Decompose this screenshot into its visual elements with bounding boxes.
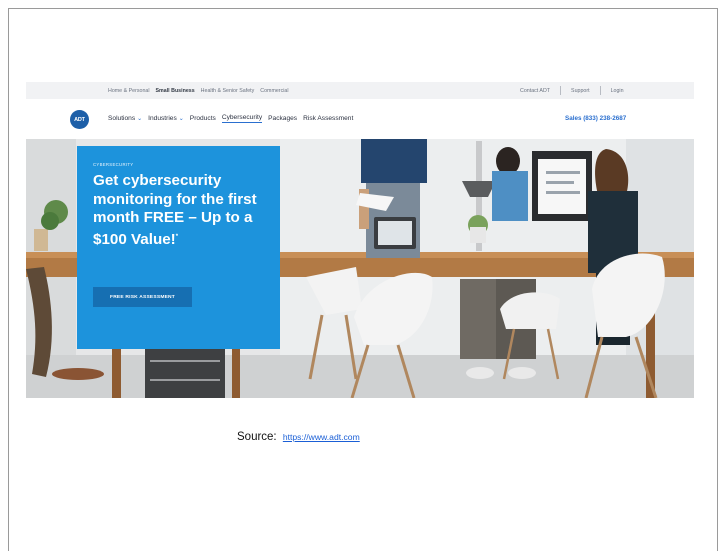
website-screenshot: Home & Personal Small Business Health & … bbox=[26, 82, 694, 398]
nav-menu: Solutions ⌄ Industries ⌄ Products Cybers… bbox=[108, 114, 353, 123]
segment-link-home-personal[interactable]: Home & Personal bbox=[108, 88, 150, 94]
account-links: Contact ADT Support Login bbox=[520, 86, 624, 95]
source-citation: Source: https://www.adt.com bbox=[237, 431, 360, 443]
segment-link-small-business[interactable]: Small Business bbox=[156, 88, 195, 94]
segment-link-commercial[interactable]: Commercial bbox=[260, 88, 288, 94]
promo-card: CYBERSECURITY Get cybersecurity monitori… bbox=[77, 146, 280, 349]
nav-item-packages[interactable]: Packages bbox=[268, 114, 297, 123]
nav-item-label: Cybersecurity bbox=[221, 114, 263, 121]
segment-link-health-senior[interactable]: Health & Senior Safety bbox=[201, 88, 255, 94]
free-risk-assessment-button[interactable]: FREE RISK ASSESSMENT bbox=[93, 287, 192, 307]
promo-headline: Get cybersecurity monitoring for the fir… bbox=[93, 172, 263, 249]
nav-item-label: Packages bbox=[268, 115, 298, 122]
divider bbox=[599, 86, 601, 95]
nav-item-label: Risk Assessment bbox=[303, 115, 354, 122]
main-nav: ADT Solutions ⌄ Industries ⌄ Products Cy… bbox=[26, 99, 694, 139]
divider bbox=[560, 86, 562, 95]
footnote-mark: * bbox=[175, 233, 179, 240]
nav-item-label: Products bbox=[189, 115, 216, 122]
chevron-down-icon: ⌄ bbox=[178, 116, 184, 122]
login-link[interactable]: Login bbox=[611, 88, 624, 94]
sales-phone-link[interactable]: Sales (833) 238-2687 bbox=[565, 115, 626, 122]
chevron-down-icon: ⌄ bbox=[137, 116, 143, 122]
hero-banner: CYBERSECURITY Get cybersecurity monitori… bbox=[26, 139, 694, 398]
nav-item-products[interactable]: Products bbox=[190, 114, 216, 123]
support-link[interactable]: Support bbox=[571, 88, 590, 94]
nav-item-solutions[interactable]: Solutions ⌄ bbox=[108, 114, 142, 123]
source-label: Source: bbox=[237, 431, 277, 443]
source-link[interactable]: https://www.adt.com bbox=[283, 432, 360, 442]
nav-item-risk-assessment[interactable]: Risk Assessment bbox=[303, 114, 353, 123]
segment-links: Home & Personal Small Business Health & … bbox=[108, 88, 289, 94]
utility-bar: Home & Personal Small Business Health & … bbox=[26, 82, 694, 99]
promo-eyebrow: CYBERSECURITY bbox=[93, 162, 134, 167]
contact-link[interactable]: Contact ADT bbox=[520, 88, 550, 94]
nav-item-cybersecurity[interactable]: Cybersecurity bbox=[221, 114, 263, 123]
nav-item-label: Solutions bbox=[108, 115, 136, 122]
nav-item-label: Industries bbox=[148, 115, 177, 122]
nav-item-industries[interactable]: Industries ⌄ bbox=[148, 114, 184, 123]
adt-logo-icon[interactable]: ADT bbox=[70, 110, 89, 129]
